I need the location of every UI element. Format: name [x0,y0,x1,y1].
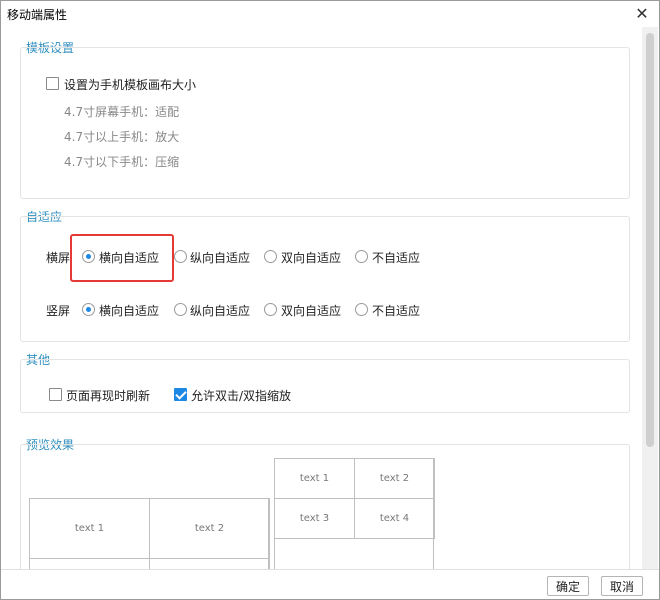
dialog-content: 模板设置 设置为手机模板画布大小 4.7寸屏幕手机：适配 4.7寸以上手机：放大… [2,27,642,569]
highlight-box [70,234,174,282]
set-mobile-canvas-label: 设置为手机模板画布大小 [64,78,197,92]
hint-shrink: 4.7寸以下手机：压缩 [64,155,180,169]
mobile-properties-dialog: 移动端属性 ✕ 模板设置 设置为手机模板画布大小 4.7寸屏幕手机：适配 4.7… [0,0,660,600]
portrait-label: 竖屏 [46,304,71,318]
landscape-radio-vertical[interactable] [174,250,187,263]
title-bar: 移动端属性 ✕ [1,1,659,27]
preview-cell: text 4 [354,498,435,539]
portrait-option-vertical: 纵向自适应 [190,304,251,318]
landscape-option-both: 双向自适应 [281,251,342,265]
portrait-radio-vertical[interactable] [174,303,187,316]
landscape-option-none: 不自适应 [372,251,421,265]
landscape-label: 横屏 [46,251,71,265]
hint-enlarge: 4.7寸以上手机：放大 [64,130,180,144]
landscape-preview: text 1 text 2 [29,498,270,569]
portrait-radio-none[interactable] [355,303,368,316]
portrait-option-both: 双向自适应 [281,304,342,318]
portrait-option-none: 不自适应 [372,304,421,318]
portrait-preview: text 1 text 2 text 3 text 4 [274,458,435,569]
scrollbar-thumb[interactable] [646,33,654,447]
preview-cell: text 3 [274,498,355,539]
portrait-radio-both[interactable] [264,303,277,316]
allow-zoom-checkbox[interactable] [174,388,187,401]
landscape-option-vertical: 纵向自适应 [190,251,251,265]
template-settings-section [20,47,630,199]
preview-cell: text 2 [149,498,270,559]
close-icon[interactable]: ✕ [631,3,653,25]
hint-fit: 4.7寸屏幕手机：适配 [64,105,180,119]
refresh-on-reshow-checkbox[interactable] [49,388,62,401]
dialog-footer: 确定 取消 [1,569,659,599]
preview-cell: text 2 [354,458,435,499]
refresh-on-reshow-label: 页面再现时刷新 [66,389,151,403]
landscape-radio-both[interactable] [264,250,277,263]
ok-button[interactable]: 确定 [547,576,589,596]
preview-cell: text 1 [29,498,150,559]
preview-cell [149,558,270,569]
set-mobile-canvas-checkbox[interactable] [46,77,59,90]
vertical-scrollbar[interactable] [642,27,658,569]
preview-cell [29,558,150,569]
window-title: 移动端属性 [7,8,68,22]
portrait-option-horizontal: 横向自适应 [99,304,160,318]
allow-zoom-label: 允许双击/双指缩放 [191,389,292,403]
landscape-radio-none[interactable] [355,250,368,263]
other-section [20,359,630,413]
portrait-radio-horizontal[interactable] [82,303,95,316]
preview-cell: text 1 [274,458,355,499]
cancel-button[interactable]: 取消 [601,576,643,596]
